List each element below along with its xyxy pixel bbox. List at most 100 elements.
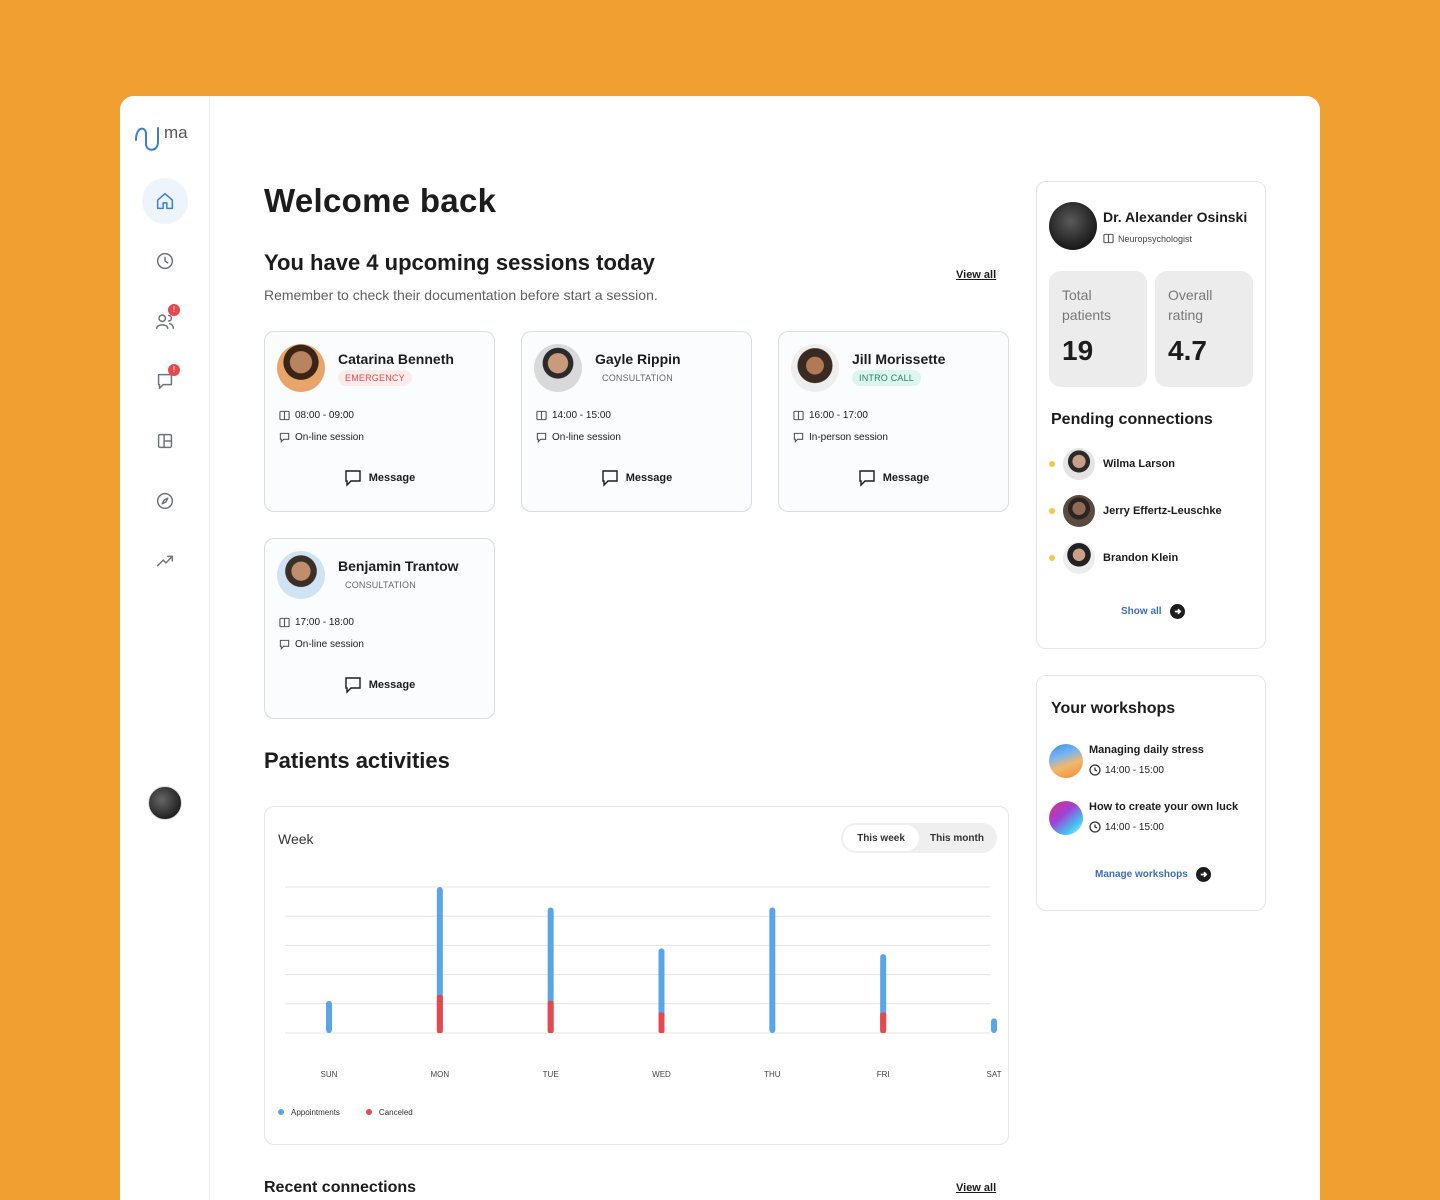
arrow-right-icon bbox=[1169, 604, 1185, 619]
doctor-name: Dr. Alexander Osinski bbox=[1103, 209, 1248, 225]
patient-avatar bbox=[277, 344, 325, 392]
pending-item[interactable]: Wilma Larson bbox=[1049, 448, 1175, 480]
message-icon bbox=[345, 470, 361, 487]
pending-item[interactable]: Jerry Effertz-Leuschke bbox=[1049, 495, 1222, 527]
session-tag: CONSULTATION bbox=[345, 580, 416, 590]
workshop-thumbnail bbox=[1049, 801, 1083, 835]
chat-icon bbox=[793, 432, 804, 443]
clock-icon bbox=[156, 252, 174, 270]
calendar-icon bbox=[279, 410, 290, 421]
patient-avatar bbox=[534, 344, 582, 392]
notification-badge: ! bbox=[168, 304, 180, 316]
session-mode-text: On-line session bbox=[295, 432, 364, 443]
show-all-button[interactable]: Show all bbox=[1121, 604, 1185, 619]
x-tick-label: MON bbox=[430, 1070, 449, 1079]
session-tag: EMERGENCY bbox=[338, 370, 412, 386]
pending-dot bbox=[1049, 508, 1055, 514]
message-button[interactable]: Message bbox=[265, 469, 494, 487]
workshops-card: Your workshops Managing daily stress 14:… bbox=[1036, 675, 1266, 911]
pending-avatar bbox=[1063, 495, 1095, 527]
legend-appointments: Appointments bbox=[278, 1108, 340, 1117]
stat-value: 4.7 bbox=[1168, 335, 1207, 366]
session-time-text: 16:00 - 17:00 bbox=[809, 410, 868, 421]
stat-value: 19 bbox=[1062, 335, 1094, 366]
tab-this-week[interactable]: This week bbox=[843, 825, 919, 851]
workshop-time: 14:00 - 15:00 bbox=[1089, 821, 1164, 833]
pending-item[interactable]: Brandon Klein bbox=[1049, 542, 1178, 574]
session-mode: On-line session bbox=[279, 639, 364, 650]
nav-dashboard[interactable] bbox=[142, 418, 188, 464]
message-button[interactable]: Message bbox=[779, 469, 1008, 487]
bar-appointments[interactable] bbox=[769, 907, 776, 1033]
arrow-right-icon bbox=[1195, 867, 1211, 882]
pending-dot bbox=[1049, 555, 1055, 561]
manage-workshops-button[interactable]: Manage workshops bbox=[1095, 867, 1211, 882]
calendar-icon bbox=[536, 410, 547, 421]
bar-appointments[interactable] bbox=[326, 1000, 332, 1033]
stat-label: Total patients bbox=[1062, 287, 1112, 323]
nav-messages[interactable]: ! bbox=[142, 358, 188, 404]
doctor-role-text: Neuropsychologist bbox=[1118, 233, 1193, 244]
doctor-avatar[interactable] bbox=[1049, 202, 1097, 250]
svg-text:ma: ma bbox=[164, 123, 188, 142]
chart-legend: Appointments Canceled bbox=[278, 1108, 413, 1117]
legend-label: Canceled bbox=[378, 1108, 413, 1117]
session-time: 16:00 - 17:00 bbox=[793, 410, 868, 421]
layout-icon bbox=[157, 433, 173, 449]
chat-icon bbox=[536, 432, 547, 443]
home-icon bbox=[156, 192, 174, 210]
patient-avatar bbox=[277, 551, 325, 599]
compass-icon bbox=[156, 492, 174, 510]
profile-card: Dr. Alexander Osinski Neuropsychologist … bbox=[1036, 181, 1266, 649]
session-time-text: 08:00 - 09:00 bbox=[295, 410, 354, 421]
chart-period-label: Week bbox=[278, 831, 314, 847]
workshop-thumbnail bbox=[1049, 744, 1083, 778]
sessions-title: You have 4 upcoming sessions today bbox=[264, 250, 655, 275]
session-card: Benjamin Trantow CONSULTATION 17:00 - 18… bbox=[264, 538, 495, 719]
pending-avatar bbox=[1063, 448, 1095, 480]
session-mode: In-person session bbox=[793, 432, 888, 443]
legend-label: Appointments bbox=[291, 1108, 340, 1117]
view-all-connections-link[interactable]: View all bbox=[956, 1182, 996, 1194]
pending-name: Brandon Klein bbox=[1103, 552, 1179, 564]
session-time-text: 17:00 - 18:00 bbox=[295, 617, 354, 628]
activity-chart-card: Week This week This month SUN MON TUE WED TH… bbox=[264, 806, 1009, 1145]
session-mode: On-line session bbox=[279, 432, 364, 443]
tab-this-month[interactable]: This month bbox=[919, 825, 995, 851]
bar-canceled[interactable] bbox=[547, 1000, 554, 1033]
clock-icon bbox=[1089, 821, 1101, 833]
message-button[interactable]: Message bbox=[522, 469, 751, 487]
nav-history[interactable] bbox=[142, 238, 188, 284]
view-all-sessions-link[interactable]: View all bbox=[956, 269, 996, 281]
period-toggle: This week This month bbox=[841, 823, 997, 853]
app-window: ma ! ! Welcome back You have 4 upcoming bbox=[120, 96, 1320, 1200]
manage-workshops-label: Manage workshops bbox=[1095, 869, 1188, 880]
user-avatar[interactable] bbox=[148, 786, 182, 820]
nav-patients[interactable]: ! bbox=[142, 298, 188, 344]
workshop-time: 14:00 - 15:00 bbox=[1089, 764, 1164, 776]
nav-home[interactable] bbox=[142, 178, 188, 224]
bar-appointments[interactable] bbox=[991, 1018, 997, 1033]
session-tag: CONSULTATION bbox=[602, 373, 673, 383]
message-label: Message bbox=[625, 472, 673, 484]
patient-name: Jill Morissette bbox=[852, 351, 946, 367]
nav-analytics[interactable] bbox=[142, 538, 188, 584]
doctor-role: Neuropsychologist bbox=[1103, 233, 1192, 244]
message-icon bbox=[602, 470, 618, 487]
x-tick-label: TUE bbox=[543, 1070, 559, 1079]
workshop-time-text: 14:00 - 15:00 bbox=[1105, 764, 1164, 776]
message-button[interactable]: Message bbox=[265, 676, 494, 694]
activity-bar-chart: SUN MON TUE WED THU FRI SAT bbox=[285, 886, 1002, 1079]
bar-canceled[interactable] bbox=[658, 1012, 665, 1033]
page-title: Welcome back bbox=[264, 182, 497, 219]
nav-explore[interactable] bbox=[142, 478, 188, 524]
calendar-icon bbox=[279, 617, 290, 628]
bar-canceled[interactable] bbox=[436, 995, 443, 1033]
stat-overall-rating: Overall rating 4.7 bbox=[1155, 271, 1253, 387]
message-icon bbox=[859, 470, 875, 487]
bar-canceled[interactable] bbox=[880, 1012, 887, 1033]
app-logo[interactable]: ma bbox=[134, 118, 198, 152]
session-mode-text: On-line session bbox=[552, 432, 621, 443]
patient-name: Benjamin Trantow bbox=[338, 558, 459, 574]
session-time: 08:00 - 09:00 bbox=[279, 410, 354, 421]
